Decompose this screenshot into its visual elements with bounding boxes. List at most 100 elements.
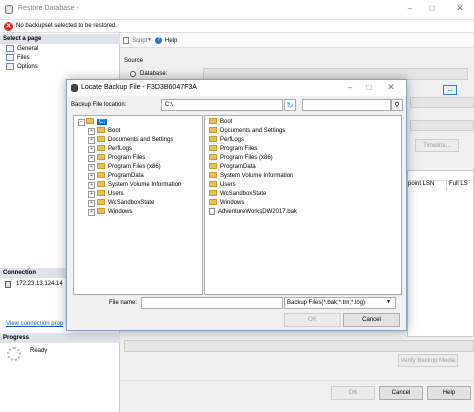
expand-icon[interactable]: +	[88, 191, 95, 198]
list-item[interactable]: Windows	[209, 199, 244, 208]
page-icon	[6, 45, 14, 52]
script-icon[interactable]	[123, 37, 129, 44]
expand-icon[interactable]: +	[88, 128, 95, 135]
list-item[interactable]: Boot	[209, 118, 232, 127]
folder-tree[interactable]: – C: + Boot + Documents and Settings + P…	[73, 115, 203, 295]
dialog-title: Locate Backup File - F3D3B6047F3A	[81, 84, 197, 91]
page-icon	[6, 54, 14, 61]
folder-icon	[209, 199, 217, 206]
expand-icon[interactable]: +	[88, 137, 95, 144]
list-item[interactable]: System Volume Information	[209, 172, 293, 181]
search-input[interactable]	[302, 99, 391, 111]
list-item[interactable]: Documents and Settings	[209, 127, 285, 136]
list-item[interactable]: Users	[209, 181, 236, 190]
folder-icon	[209, 181, 217, 188]
progress-header: Progress	[0, 333, 120, 343]
expand-icon[interactable]: +	[88, 200, 95, 207]
database-option-label: Database:	[140, 71, 168, 77]
tree-item[interactable]: Users	[97, 190, 124, 198]
file-icon	[209, 208, 215, 215]
list-item[interactable]: PerfLogs	[209, 136, 244, 145]
expand-icon[interactable]: +	[88, 182, 95, 189]
tree-item[interactable]: ProgramData	[97, 172, 144, 180]
error-message: No backupset selected to be restored.	[16, 23, 118, 29]
database-icon	[5, 5, 13, 14]
drive-icon	[86, 118, 94, 125]
script-button[interactable]: Script	[132, 38, 147, 44]
expand-icon[interactable]: +	[88, 146, 95, 153]
refresh-icon[interactable]: ↻	[284, 99, 296, 111]
list-item[interactable]: Program Files	[209, 145, 257, 154]
page-item-general[interactable]: General	[6, 45, 38, 52]
restore-to-field	[410, 120, 474, 131]
page-item-files[interactable]: Files	[6, 54, 30, 61]
folder-icon	[209, 145, 217, 152]
chevron-down-icon[interactable]: ▼	[147, 37, 152, 43]
tree-item[interactable]: Documents and Settings	[97, 136, 173, 144]
browse-button[interactable]: ...	[443, 85, 457, 95]
footer-divider	[120, 380, 474, 381]
dialog-maximize-icon[interactable]: □	[361, 83, 377, 92]
page-icon	[6, 63, 14, 70]
timeline-button[interactable]: Timeline...	[415, 139, 459, 152]
folder-icon	[209, 190, 217, 197]
grid-col-full-ls: Full LS	[449, 181, 468, 187]
dialog-ok-button[interactable]: OK	[284, 313, 341, 327]
source-label: Source	[124, 58, 144, 64]
server-icon	[5, 281, 11, 288]
dialog-close-icon[interactable]: ✕	[383, 82, 399, 93]
expand-icon[interactable]: +	[88, 164, 95, 171]
list-item[interactable]: AdventureWorksDW2017.bak	[209, 208, 297, 217]
page-item-options[interactable]: Options	[6, 63, 38, 70]
verify-backup-media-button[interactable]: Verify Backup Media	[398, 354, 458, 367]
help-icon[interactable]: ?	[155, 37, 162, 44]
expand-icon[interactable]: +	[88, 173, 95, 180]
collapse-icon[interactable]: –	[78, 119, 85, 126]
list-item[interactable]: WcSandboxState	[209, 190, 266, 199]
minimize-icon[interactable]: –	[402, 4, 418, 13]
chevron-down-icon[interactable]: ▼	[386, 299, 391, 305]
folder-icon	[97, 190, 105, 197]
expand-icon[interactable]: +	[88, 209, 95, 216]
tree-item[interactable]: WcSandboxState	[97, 199, 154, 207]
list-item[interactable]: ProgramData	[209, 163, 256, 172]
cancel-button[interactable]: Cancel	[379, 386, 423, 400]
expand-icon[interactable]: +	[88, 155, 95, 162]
database-radio[interactable]	[130, 71, 136, 77]
folder-icon	[209, 154, 217, 161]
tree-item[interactable]: Program Files (x86)	[97, 163, 161, 171]
close-icon[interactable]: ✕	[452, 3, 468, 14]
backup-location-label: Backup File location:	[71, 102, 127, 108]
maximize-icon[interactable]: □	[424, 4, 440, 13]
folder-icon	[97, 136, 105, 143]
tree-root[interactable]: C:	[86, 118, 107, 126]
tree-item[interactable]: System Volume Information	[97, 181, 181, 189]
tree-item[interactable]: Program Files	[97, 154, 145, 162]
view-connection-properties-link[interactable]: View connection prop	[6, 321, 63, 327]
locate-backup-file-dialog: Locate Backup File - F3D3B6047F3A – □ ✕ …	[66, 79, 407, 331]
folder-icon	[209, 136, 217, 143]
horizontal-scrollbar[interactable]	[124, 340, 474, 352]
destination-combo[interactable]	[410, 97, 474, 108]
folder-icon	[97, 181, 105, 188]
help-footer-button[interactable]: Help	[427, 386, 471, 400]
list-item[interactable]: Program Files (x86)	[209, 154, 273, 163]
grid-col-point-lsn: point LSN	[408, 181, 435, 187]
help-button[interactable]: Help	[165, 38, 177, 44]
dialog-cancel-button[interactable]: Cancel	[343, 313, 400, 327]
search-icon[interactable]: ⚲	[391, 99, 403, 111]
tree-item[interactable]: Windows	[97, 208, 132, 216]
file-name-input[interactable]	[141, 297, 283, 309]
tree-item[interactable]: PerfLogs	[97, 145, 132, 153]
progress-spinner-icon	[7, 347, 21, 361]
backup-location-input[interactable]: C:\	[161, 99, 283, 111]
file-type-select[interactable]: Backup Files(*.bak;*.tm;*.log)	[284, 297, 396, 309]
ok-button[interactable]: OK	[331, 386, 375, 400]
tree-item[interactable]: Boot	[97, 127, 120, 135]
select-page-header: Select a page	[0, 34, 120, 44]
folder-icon	[97, 154, 105, 161]
folder-icon	[97, 163, 105, 170]
dialog-minimize-icon[interactable]: –	[342, 83, 358, 92]
folder-icon	[209, 118, 217, 125]
file-list[interactable]: Boot Documents and Settings PerfLogs Pro…	[204, 115, 402, 295]
